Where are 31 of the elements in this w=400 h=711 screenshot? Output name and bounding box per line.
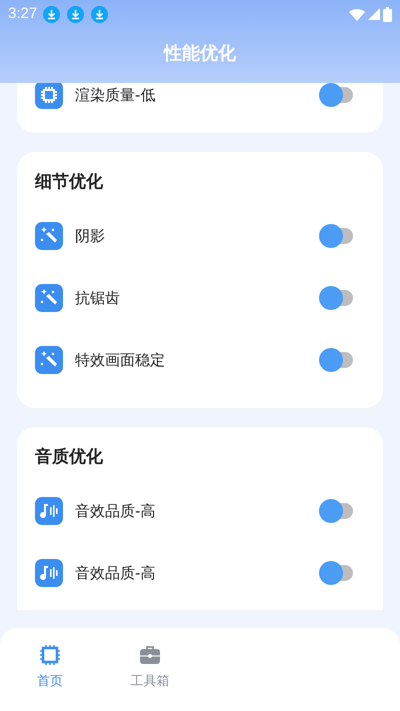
nav-tab[interactable]: 工具箱 (100, 644, 200, 694)
page-title: 性能优化 (164, 42, 236, 66)
nav-tab[interactable]: 首页 (0, 644, 100, 694)
setting-label: 阴影 (75, 226, 105, 247)
wifi-icon (349, 8, 365, 20)
setting-label: 音效品质-高 (75, 500, 156, 522)
toggle-switch[interactable] (319, 83, 353, 107)
signal-icon (368, 8, 380, 20)
setting-label: 音效品质-高 (75, 562, 156, 584)
download-icon (91, 6, 108, 22)
section-title: 细节优化 (35, 171, 104, 194)
setting-label: 抗锯齿 (75, 288, 120, 309)
music-icon (35, 559, 63, 587)
setting-label: 渲染质量-低 (75, 84, 156, 106)
download-icon (43, 6, 60, 22)
status-time: 3:27 (8, 4, 38, 24)
toggle-switch[interactable] (319, 286, 353, 310)
toolbox-icon (139, 644, 161, 666)
setting-label: 特效画面稳定 (75, 350, 165, 371)
magic-wand-icon (35, 346, 63, 374)
magic-wand-icon (35, 284, 63, 312)
magic-wand-icon (35, 222, 63, 250)
battery-icon (383, 6, 392, 22)
music-icon (35, 497, 63, 525)
toggle-switch[interactable] (319, 499, 353, 523)
chip-icon (39, 644, 61, 666)
toggle-switch[interactable] (319, 224, 353, 248)
toggle-switch[interactable] (319, 561, 353, 585)
download-icon (67, 6, 84, 22)
toggle-switch[interactable] (319, 348, 353, 372)
section-title: 音质优化 (35, 446, 104, 469)
